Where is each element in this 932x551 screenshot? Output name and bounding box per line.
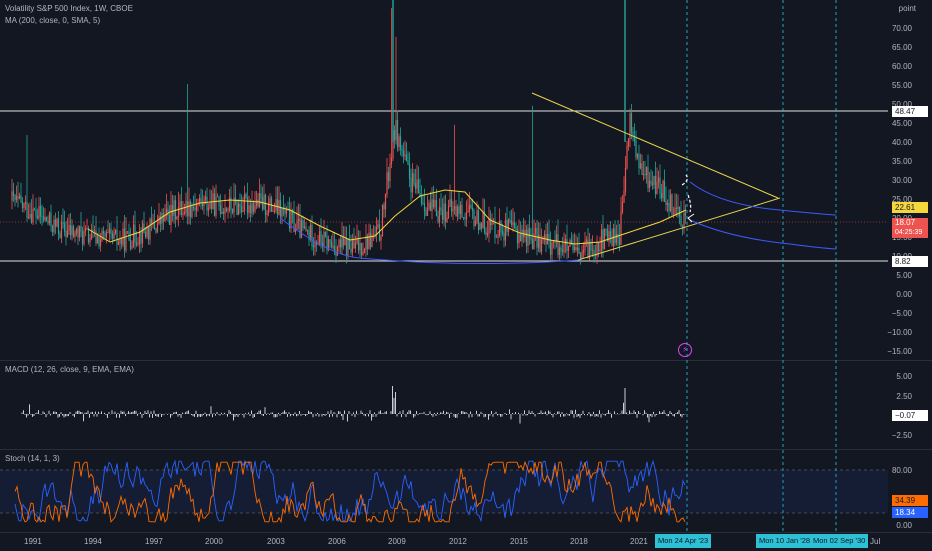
chart-title: Volatility S&P 500 Index, 1W, CBOE [5,4,133,13]
year-label: 2015 [510,537,528,546]
lightning-icon[interactable]: ⚡ [678,343,692,357]
date-marker-2030[interactable]: Mon 02 Sep '30 [810,534,869,548]
moving-average-line [87,189,687,245]
projection-arrow-head [687,213,695,223]
projection-arrows[interactable] [681,174,692,213]
year-label: 2009 [388,537,406,546]
year-label: 1991 [24,537,42,546]
year-label: 1997 [145,537,163,546]
year-label: 2000 [205,537,223,546]
year-label: 2012 [449,537,467,546]
candles [11,0,687,265]
year-label: 2003 [267,537,285,546]
stoch-band [0,470,888,513]
upper-projection-curve[interactable] [689,181,837,216]
date-marker-2023[interactable]: Mon 24 Apr '23 [655,534,712,548]
ma-legend[interactable]: MA (200, close, 0, SMA, 5) [5,16,100,25]
lower-blue-curve[interactable] [279,217,581,265]
month-label: Jul [870,537,881,546]
stoch-legend[interactable]: Stoch (14, 1, 3) [5,454,60,463]
chart-drawing [0,0,888,532]
date-marker-2028[interactable]: Mon 10 Jan '28 [756,534,814,548]
lower-projection-curve[interactable] [689,219,837,250]
year-label: 2021 [630,537,648,546]
macd-legend[interactable]: MACD (12, 26, close, 9, EMA, EMA) [5,365,134,374]
year-label: 1994 [84,537,102,546]
year-label: 2006 [328,537,346,546]
macd-histogram [21,386,686,424]
year-label: 2018 [570,537,588,546]
